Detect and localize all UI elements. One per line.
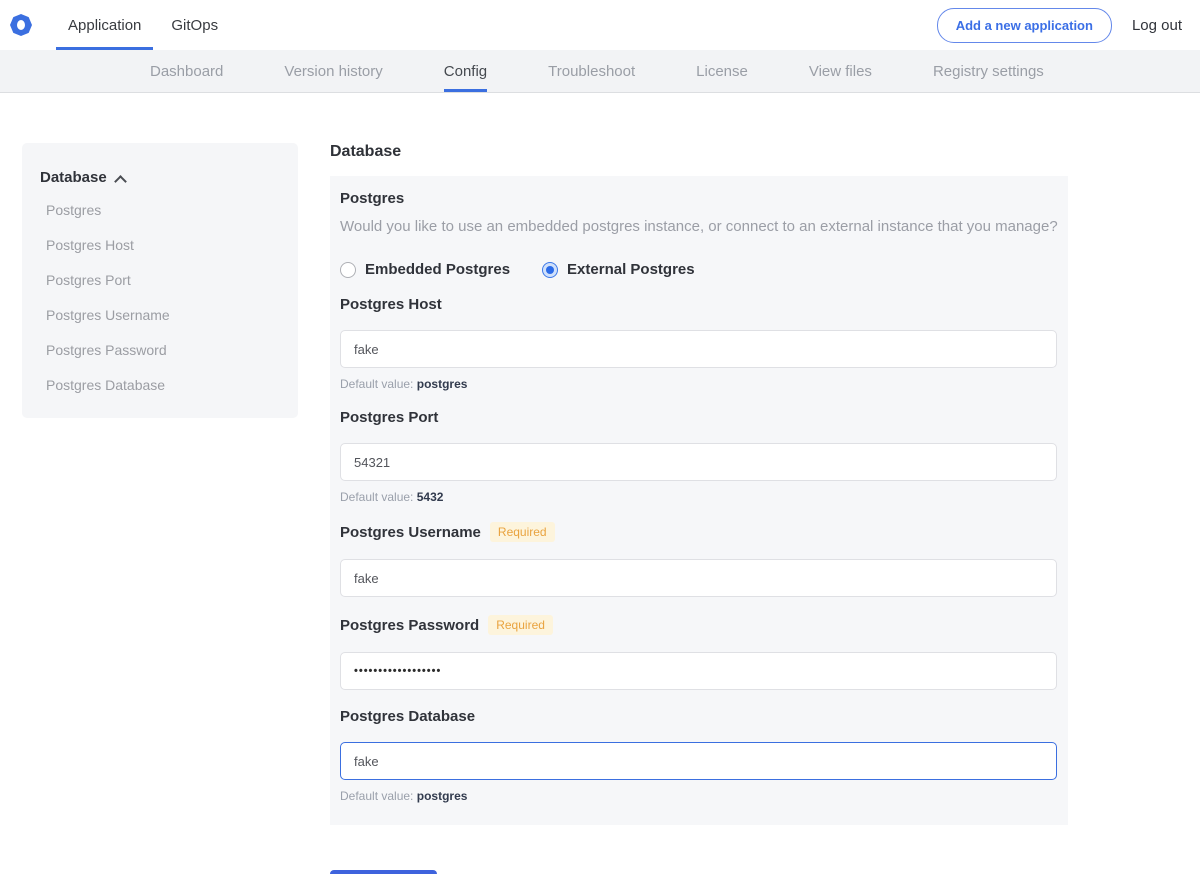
default-value: 5432 (417, 490, 444, 504)
tab-application[interactable]: Application (56, 0, 153, 50)
add-application-button[interactable]: Add a new application (937, 8, 1112, 43)
config-main: Database Postgres Would you like to use … (330, 143, 1068, 874)
tab-gitops-label: GitOps (171, 17, 218, 34)
logout-button[interactable]: Log out (1132, 17, 1182, 34)
postgres-username-field: Postgres Username Required (340, 522, 1058, 597)
postgres-host-label: Postgres Host (340, 296, 1058, 313)
postgres-username-label-text: Postgres Username (340, 524, 481, 541)
tab-gitops[interactable]: GitOps (159, 0, 230, 50)
postgres-port-input[interactable] (340, 443, 1057, 481)
subnav-tab-config[interactable]: Config (444, 50, 487, 92)
postgres-database-input[interactable] (340, 742, 1057, 780)
subnav-tab-view-files[interactable]: View files (809, 50, 872, 92)
app-logo[interactable] (10, 0, 32, 50)
default-value: postgres (417, 789, 468, 803)
header-right: Add a new application Log out (937, 0, 1200, 50)
default-value-label: Default value: (340, 490, 413, 504)
postgres-password-field: Postgres Password Required (340, 615, 1058, 690)
sidebar-group-database[interactable]: Database (40, 169, 280, 186)
postgres-port-label: Postgres Port (340, 409, 1058, 426)
default-value: postgres (417, 377, 468, 391)
chevron-up-icon (115, 175, 125, 185)
postgres-group-help: Would you like to use an embedded postgr… (340, 217, 1058, 237)
postgres-database-label: Postgres Database (340, 708, 1058, 725)
app-logo-icon (10, 14, 32, 36)
sidebar-item-postgres-port[interactable]: Postgres Port (46, 270, 280, 291)
config-group-title: Database (330, 143, 1068, 161)
postgres-password-label: Postgres Password Required (340, 615, 1058, 635)
config-sidebar: Database Postgres Postgres Host Postgres… (22, 143, 298, 418)
postgres-port-default-helper: Default value: 5432 (340, 490, 1058, 504)
sidebar-item-postgres[interactable]: Postgres (46, 200, 280, 221)
radio-unselected-icon[interactable] (340, 262, 356, 278)
postgres-host-default-helper: Default value: postgres (340, 377, 1058, 391)
postgres-host-input[interactable] (340, 330, 1057, 368)
default-value-label: Default value: (340, 377, 413, 391)
save-config-button[interactable]: Save config (330, 870, 437, 874)
sidebar-items: Postgres Postgres Host Postgres Port Pos… (46, 200, 280, 396)
top-nav: Application GitOps Add a new application… (0, 0, 1200, 50)
sidebar-item-postgres-username[interactable]: Postgres Username (46, 305, 280, 326)
postgres-radio-group: Embedded Postgres External Postgres (340, 261, 1058, 278)
tab-application-label: Application (68, 17, 141, 34)
sidebar-group-label: Database (40, 169, 107, 186)
postgres-port-field: Postgres Port Default value: 5432 (340, 409, 1058, 504)
postgres-database-default-helper: Default value: postgres (340, 789, 1058, 803)
postgres-host-field: Postgres Host Default value: postgres (340, 296, 1058, 391)
postgres-username-input[interactable] (340, 559, 1057, 597)
radio-embedded-postgres-label: Embedded Postgres (365, 261, 510, 278)
postgres-database-field: Postgres Database Default value: postgre… (340, 708, 1058, 803)
config-panel: Postgres Would you like to use an embedd… (330, 176, 1068, 825)
radio-selected-icon[interactable] (542, 262, 558, 278)
radio-embedded-postgres[interactable]: Embedded Postgres (340, 261, 510, 278)
default-value-label: Default value: (340, 789, 413, 803)
sidebar-item-postgres-database[interactable]: Postgres Database (46, 375, 280, 396)
subnav-tab-dashboard[interactable]: Dashboard (150, 50, 223, 92)
subnav-tab-troubleshoot[interactable]: Troubleshoot (548, 50, 635, 92)
postgres-password-label-text: Postgres Password (340, 617, 479, 634)
postgres-group-label: Postgres (340, 190, 1058, 207)
required-badge: Required (488, 615, 553, 635)
sidebar-item-postgres-host[interactable]: Postgres Host (46, 235, 280, 256)
postgres-password-input[interactable] (340, 652, 1057, 690)
radio-external-postgres[interactable]: External Postgres (542, 261, 695, 278)
subnav-tab-license[interactable]: License (696, 50, 748, 92)
postgres-username-label: Postgres Username Required (340, 522, 1058, 542)
sidebar-item-postgres-password[interactable]: Postgres Password (46, 340, 280, 361)
config-page: Database Postgres Postgres Host Postgres… (0, 93, 1200, 874)
radio-external-postgres-label: External Postgres (567, 261, 695, 278)
header-tabs: Application GitOps (56, 0, 236, 50)
required-badge: Required (490, 522, 555, 542)
app-subnav: Dashboard Version history Config Trouble… (0, 50, 1200, 93)
subnav-tab-version-history[interactable]: Version history (284, 50, 382, 92)
subnav-tab-registry-settings[interactable]: Registry settings (933, 50, 1044, 92)
